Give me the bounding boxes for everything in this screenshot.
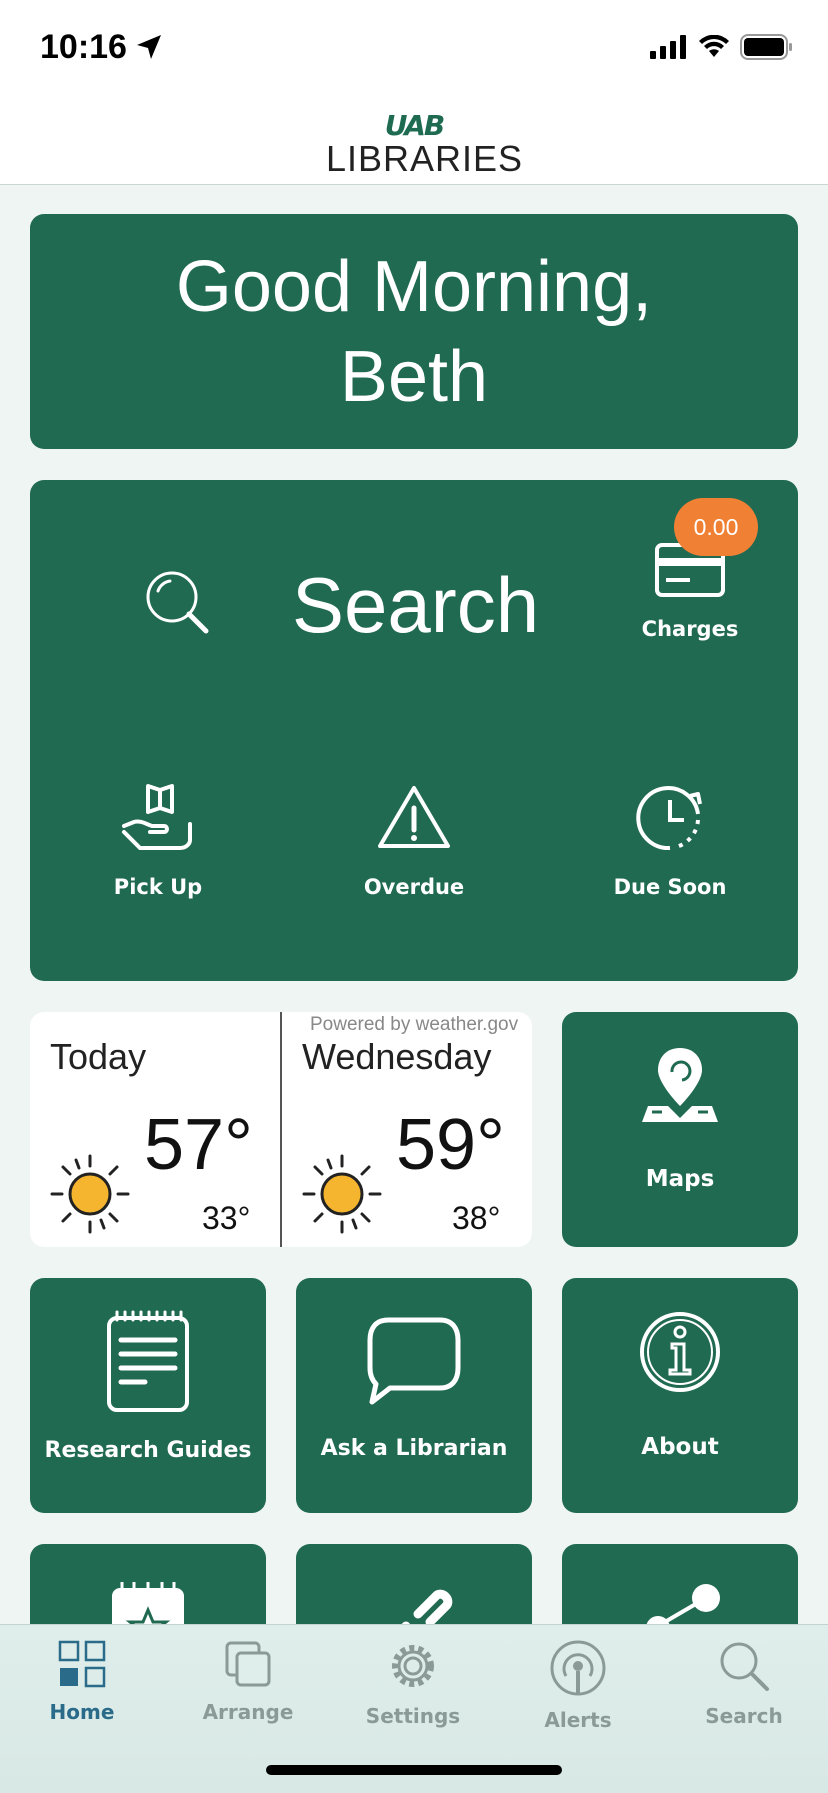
tab-search[interactable]: Search [674,1639,814,1728]
tab-settings-label: Settings [365,1704,461,1728]
book-in-hand-icon [122,784,192,850]
gear-icon [392,1645,434,1687]
broadcast-icon [550,1640,606,1696]
ask-librarian-label: Ask a Librarian [320,1436,508,1461]
uab-libraries-logo: UAB LIBRARIES [326,109,524,182]
about-label: About [641,1434,719,1460]
weather-today-label: Today [50,1036,147,1077]
weather-next-low: 38° [452,1200,501,1236]
overdue-label: Overdue [363,875,465,899]
ask-librarian-button[interactable]: Ask a Librarian [296,1278,532,1513]
search-button[interactable]: Search [90,540,550,670]
tab-alerts-label: Alerts [544,1708,612,1732]
sun-icon [302,1154,382,1234]
arrange-icon [225,1641,271,1687]
due-soon-button[interactable]: Due Soon [570,780,770,910]
search-icon [146,571,209,634]
overdue-button[interactable]: Overdue [314,780,514,910]
weather-powered-by: Powered by weather.gov [310,1014,519,1035]
home-indicator [266,1765,562,1775]
tab-alerts[interactable]: Alerts [508,1639,648,1732]
tab-arrange-label: Arrange [202,1700,294,1724]
logo-uab-text: UAB [384,109,446,142]
maps-label: Maps [645,1166,715,1192]
clock-arrow-icon [636,786,702,851]
logo-libraries-text: LIBRARIES [326,138,524,179]
search-icon [720,1642,769,1691]
app-header: UAB LIBRARIES [0,100,828,185]
battery-icon [740,34,792,60]
due-soon-label: Due Soon [613,875,727,899]
research-guides-button[interactable]: Research Guides [30,1278,266,1513]
chat-bubble-icon [367,1317,461,1405]
tab-home-label: Home [49,1700,115,1724]
pickup-button[interactable]: Pick Up [58,780,258,910]
tab-search-label: Search [705,1704,783,1728]
charges-badge: 0.00 [674,498,758,556]
search-label: Search [292,560,540,649]
tab-arrange[interactable]: Arrange [178,1639,318,1724]
weather-widget[interactable]: Powered by weather.gov Today 57° 33° Wed… [30,1012,532,1247]
tab-settings[interactable]: Settings [343,1639,483,1728]
tab-home[interactable]: Home [12,1639,152,1724]
location-arrow-icon [137,35,161,59]
quick-actions-card: Search Charges 0.00 Pick Up Overdue Due … [30,480,798,981]
warning-triangle-icon [378,786,450,848]
greeting-line1: Good Morning, [175,246,653,327]
notepad-icon [107,1310,189,1412]
grid-icon [58,1640,106,1688]
about-button[interactable]: About [562,1278,798,1513]
pickup-label: Pick Up [113,875,203,899]
weather-today-low: 33° [202,1200,251,1236]
info-icon [640,1312,720,1392]
greeting-name: Beth [339,336,489,417]
weather-divider [280,1012,282,1247]
weather-next-label: Wednesday [302,1036,492,1077]
charges-label: Charges [641,617,739,641]
greeting-card: Good Morning, Beth [30,214,798,449]
charges-button[interactable]: Charges [590,534,790,664]
signal-icon [650,35,686,59]
maps-button[interactable]: Maps [562,1012,798,1247]
sun-icon [50,1154,130,1234]
weather-today-high: 57° [144,1105,253,1185]
status-time: 10:16 [40,28,127,66]
research-guides-label: Research Guides [44,1438,252,1463]
wifi-icon [699,35,729,57]
map-pin-icon [642,1048,718,1122]
weather-next-high: 59° [396,1105,505,1185]
status-bar: 10:16 [0,0,828,100]
